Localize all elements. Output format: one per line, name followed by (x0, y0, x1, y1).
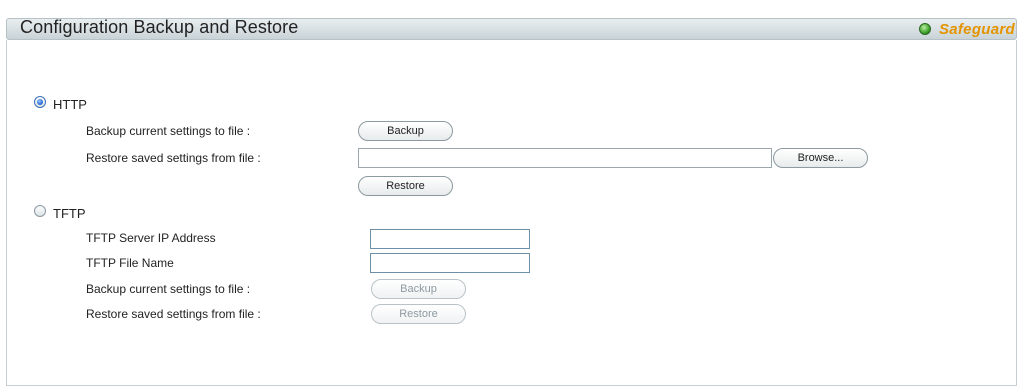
content-panel (6, 40, 1017, 386)
tftp-radio[interactable] (34, 205, 46, 217)
safeguard-label: Safeguard (938, 20, 1015, 38)
http-backup-label: Backup current settings to file : (86, 124, 251, 138)
status-dot-icon (918, 23, 931, 35)
safeguard-indicator[interactable]: Safeguard (918, 19, 1015, 39)
tftp-file-name-label: TFTP File Name (86, 256, 174, 270)
tftp-restore-button[interactable]: Restore (371, 304, 466, 324)
http-label: HTTP (53, 97, 87, 112)
tftp-server-ip-input[interactable] (370, 229, 530, 249)
tftp-file-name-input[interactable] (370, 253, 530, 273)
tftp-restore-label: Restore saved settings from file : (86, 307, 261, 321)
tftp-backup-label: Backup current settings to file : (86, 282, 251, 296)
page-title: Configuration Backup and Restore (20, 17, 299, 37)
tftp-backup-button[interactable]: Backup (371, 279, 466, 299)
browse-button[interactable]: Browse... (773, 148, 868, 168)
http-radio[interactable] (34, 96, 46, 108)
page-header: Configuration Backup and Restore Safegua… (6, 2, 1017, 42)
http-backup-button[interactable]: Backup (358, 121, 453, 141)
http-restore-button[interactable]: Restore (358, 176, 453, 196)
http-restore-label: Restore saved settings from file : (86, 151, 261, 165)
tftp-server-ip-label: TFTP Server IP Address (86, 231, 216, 245)
restore-file-input[interactable] (358, 148, 772, 168)
tftp-label: TFTP (53, 206, 86, 221)
